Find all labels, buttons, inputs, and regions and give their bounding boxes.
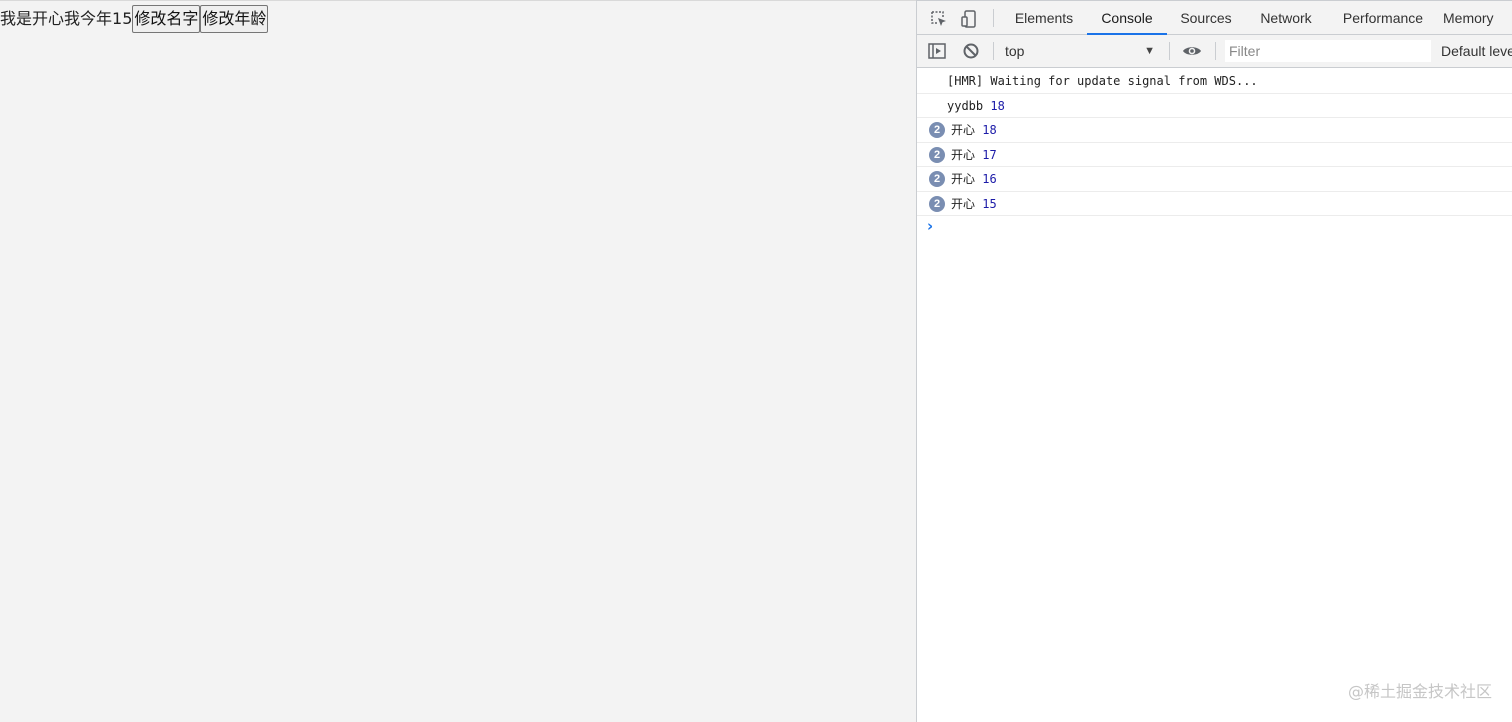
repeat-count-badge: 2 (929, 171, 945, 187)
toolbar-divider (1215, 42, 1216, 60)
tab-network[interactable]: Network (1249, 1, 1323, 35)
console-message: 2 开心 16 (917, 167, 1512, 192)
console-toolbar: top ▼ Default levels (917, 35, 1512, 68)
tab-elements[interactable]: Elements (1003, 1, 1085, 35)
console-message: yydbb 18 (917, 94, 1512, 118)
tab-sources[interactable]: Sources (1169, 1, 1243, 35)
console-message-text: 开心 (951, 196, 976, 211)
device-toolbar-icon[interactable] (959, 9, 979, 29)
repeat-count-badge: 2 (929, 122, 945, 138)
console-message-value: 17 (982, 147, 997, 162)
live-expression-eye-icon[interactable] (1181, 41, 1201, 61)
age-value: 15 (112, 9, 133, 28)
toolbar-divider (1169, 42, 1170, 60)
console-message-text: 开心 (951, 147, 976, 162)
filter-input[interactable] (1225, 40, 1431, 62)
repeat-count-badge: 2 (929, 146, 945, 163)
console-message: 2 开心 15 (917, 192, 1512, 216)
console-message: 2 开心 18 (917, 118, 1512, 143)
prompt-chevron-icon: › (927, 217, 934, 235)
rendered-page: 我是 开心 我今年 15 修改名字 修改年龄 (0, 0, 916, 722)
context-selector[interactable]: top ▼ (1005, 40, 1161, 62)
console-message-text: 开心 (951, 172, 976, 186)
tab-performance[interactable]: Performance (1331, 1, 1435, 35)
name-value: 开心 (32, 9, 65, 28)
tab-memory[interactable]: Memory (1443, 1, 1512, 35)
sidebar-toggle-icon[interactable] (927, 41, 947, 61)
console-message-text: 开心 (951, 123, 976, 137)
dropdown-arrow-icon: ▼ (1144, 45, 1155, 57)
profile-line: 我是 开心 我今年 15 修改名字 修改年龄 (0, 5, 269, 33)
devtools-panel: Elements Console Sources Network Perform… (916, 0, 1512, 722)
console-prompt[interactable]: › (917, 216, 1512, 238)
change-age-button[interactable]: 修改年龄 (200, 5, 269, 33)
context-value: top (1005, 43, 1025, 59)
repeat-count-badge: 2 (929, 195, 945, 212)
console-message-value: 16 (982, 172, 997, 186)
devtools-tabbar: Elements Console Sources Network Perform… (917, 1, 1512, 35)
tab-console[interactable]: Console (1087, 1, 1167, 35)
watermark: @稀土掘金技术社区 (1347, 682, 1492, 701)
console-message-text: yydbb (947, 98, 984, 113)
age-prefix: 我今年 (64, 9, 113, 28)
clear-console-icon[interactable] (961, 41, 981, 61)
console-message-value: 15 (982, 196, 997, 211)
console-output: [HMR] Waiting for update signal from WDS… (917, 69, 1512, 238)
console-message-text: [HMR] Waiting for update signal from WDS… (947, 74, 1258, 88)
name-prefix: 我是 (0, 9, 33, 28)
console-message: [HMR] Waiting for update signal from WDS… (917, 69, 1512, 94)
console-message-value: 18 (982, 123, 997, 137)
change-name-button[interactable]: 修改名字 (132, 5, 201, 33)
toolbar-divider (993, 42, 994, 60)
console-message: 2 开心 17 (917, 143, 1512, 167)
console-message-value: 18 (990, 98, 1005, 113)
log-levels-dropdown[interactable]: Default levels (1441, 40, 1512, 62)
inspect-element-icon[interactable] (929, 9, 949, 29)
tabbar-divider (993, 9, 994, 27)
